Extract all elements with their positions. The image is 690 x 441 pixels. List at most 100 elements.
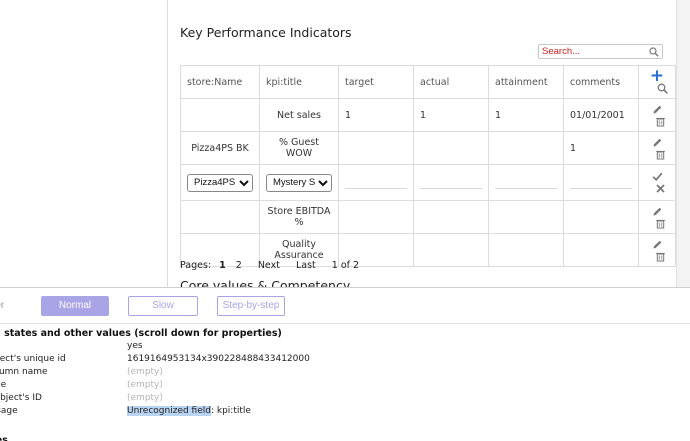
- row-actions: [638, 200, 676, 234]
- store-select-cell: Pizza4PS: [180, 164, 260, 201]
- row-actions: [638, 233, 676, 267]
- table-header-row: store:Name kpi:title target actual attai…: [180, 65, 676, 99]
- attainment-cell[interactable]: [488, 233, 564, 267]
- attainment-input-cell[interactable]: [488, 164, 564, 201]
- comments-cell[interactable]: 1: [563, 131, 639, 165]
- check-icon[interactable]: [652, 171, 663, 182]
- table-row[interactable]: Pizza4PS BK % Guest WOW 1: [180, 131, 676, 165]
- search-input[interactable]: [542, 45, 642, 58]
- target-input[interactable]: [345, 188, 407, 189]
- slow-speed-button[interactable]: Slow: [128, 296, 198, 316]
- pager-label: Pages:: [180, 260, 212, 271]
- kpi-cell[interactable]: Net sales: [259, 98, 339, 132]
- column-header[interactable]: store:Name: [180, 65, 260, 99]
- pager: Pages: 1 2 Next Last 1 of 2: [180, 260, 359, 271]
- header-actions: +: [638, 65, 676, 99]
- debug-label: essage: [0, 406, 18, 416]
- debug-label: d object's ID: [0, 393, 42, 403]
- page-1-link[interactable]: 1: [219, 260, 226, 271]
- actual-cell[interactable]: [413, 200, 489, 234]
- kpi-content: Key Performance Indicators store:Name kp…: [168, 0, 676, 287]
- kpi-select-cell: Mystery S: [259, 164, 339, 201]
- debug-label: d: [0, 341, 116, 351]
- table-row[interactable]: Net sales 1 1 1 01/01/2001: [180, 98, 676, 132]
- actual-cell[interactable]: [413, 233, 489, 267]
- debug-heading: n states and other values (scroll down f…: [0, 328, 282, 339]
- kpi-section-title: Key Performance Indicators: [180, 25, 352, 40]
- actual-input-cell[interactable]: [413, 164, 489, 201]
- search-icon[interactable]: [649, 47, 659, 57]
- page-count: 1 of 2: [331, 260, 360, 271]
- actual-cell[interactable]: [413, 131, 489, 165]
- column-header[interactable]: attainment: [488, 65, 564, 99]
- search-box[interactable]: [538, 44, 663, 59]
- debug-value: (empty): [127, 393, 163, 403]
- debugger-panel: igger Normal Slow Step-by-step n states …: [0, 287, 690, 441]
- debug-label: object's unique id: [0, 354, 66, 364]
- comments-input[interactable]: [570, 188, 632, 189]
- properties-heading: ties: [0, 435, 8, 441]
- pencil-icon[interactable]: [652, 206, 663, 217]
- close-icon[interactable]: [655, 183, 666, 194]
- section-title: Core values & Competency: [180, 278, 351, 287]
- kpi-cell[interactable]: % Guest WOW: [259, 131, 339, 165]
- comments-cell[interactable]: [563, 200, 639, 234]
- divider: [0, 323, 690, 324]
- search-icon[interactable]: [657, 83, 668, 94]
- attainment-input[interactable]: [495, 188, 557, 189]
- pencil-icon[interactable]: [652, 104, 663, 115]
- scrollbar[interactable]: [676, 0, 690, 287]
- page-2-link[interactable]: 2: [236, 260, 242, 271]
- next-page-link[interactable]: Next: [258, 260, 280, 271]
- normal-speed-button[interactable]: Normal: [41, 296, 109, 316]
- kpi-cell[interactable]: Store EBITDA %: [259, 200, 339, 234]
- target-cell[interactable]: [338, 131, 414, 165]
- attainment-cell[interactable]: [488, 131, 564, 165]
- store-cell[interactable]: [180, 200, 260, 234]
- kpi-select[interactable]: Mystery S: [266, 173, 332, 192]
- trash-icon[interactable]: [655, 149, 666, 160]
- edit-row[interactable]: Pizza4PS Mystery S: [180, 164, 676, 201]
- left-pane: [0, 0, 168, 287]
- debug-value: Unrecognized field: kpi:title: [127, 406, 251, 416]
- highlighted-error: Unrecognized field: [127, 406, 211, 416]
- column-header[interactable]: comments: [563, 65, 639, 99]
- debug-value: (empty): [127, 367, 163, 377]
- store-select[interactable]: Pizza4PS: [187, 173, 253, 192]
- trash-icon[interactable]: [655, 218, 666, 229]
- trigger-button[interactable]: igger: [0, 296, 22, 316]
- table-row[interactable]: Store EBITDA %: [180, 200, 676, 234]
- row-actions: [638, 98, 676, 132]
- debug-value: 1619164953134x390228488433412000: [127, 354, 310, 364]
- column-header[interactable]: actual: [413, 65, 489, 99]
- comments-cell[interactable]: 01/01/2001: [563, 98, 639, 132]
- pencil-icon[interactable]: [652, 137, 663, 148]
- trash-icon[interactable]: [655, 251, 666, 262]
- step-by-step-button[interactable]: Step-by-step: [217, 296, 285, 316]
- store-cell[interactable]: Pizza4PS BK: [180, 131, 260, 165]
- row-actions: [638, 131, 676, 165]
- debug-value: (empty): [127, 380, 163, 390]
- column-header[interactable]: target: [338, 65, 414, 99]
- kpi-table: store:Name kpi:title target actual attai…: [180, 65, 676, 267]
- target-cell[interactable]: 1: [338, 98, 414, 132]
- actual-input[interactable]: [420, 188, 482, 189]
- debug-label: type: [0, 380, 7, 390]
- target-input-cell[interactable]: [338, 164, 414, 201]
- comments-input-cell[interactable]: [563, 164, 639, 201]
- editor-panel: Key Performance Indicators store:Name kp…: [0, 0, 690, 287]
- error-detail: : kpi:title: [210, 406, 251, 416]
- comments-cell[interactable]: [563, 233, 639, 267]
- debug-value: yes: [127, 341, 143, 351]
- add-row-icon[interactable]: +: [650, 68, 664, 85]
- attainment-cell[interactable]: 1: [488, 98, 564, 132]
- last-page-link[interactable]: Last: [296, 260, 316, 271]
- target-cell[interactable]: [338, 200, 414, 234]
- attainment-cell[interactable]: [488, 200, 564, 234]
- debug-label: column name: [0, 367, 48, 377]
- trash-icon[interactable]: [655, 116, 666, 127]
- store-cell[interactable]: [180, 98, 260, 132]
- pencil-icon[interactable]: [652, 239, 663, 250]
- actual-cell[interactable]: 1: [413, 98, 489, 132]
- column-header[interactable]: kpi:title: [259, 65, 339, 99]
